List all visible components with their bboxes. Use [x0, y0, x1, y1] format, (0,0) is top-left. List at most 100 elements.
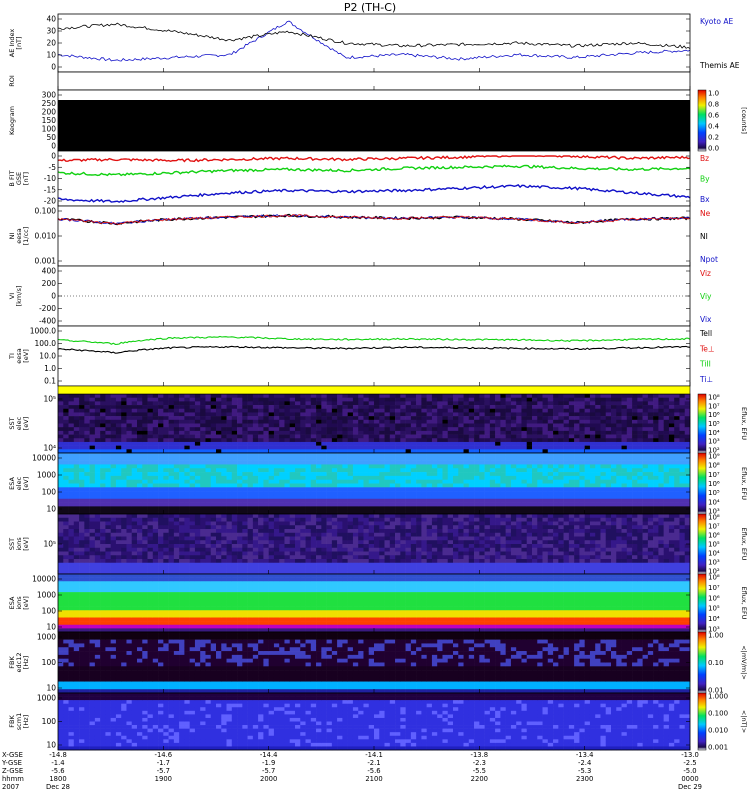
spectrogram-fbk1	[58, 632, 690, 693]
legend-bfield: By	[700, 175, 710, 184]
tick-label-temp: 0.1	[44, 377, 56, 386]
colorbar-label-esa_i: Eflux, EFU	[740, 587, 748, 620]
colorbar-tick-esa_e: 10⁷	[708, 471, 720, 479]
colorbar-tick-sst_e: 10³	[708, 438, 720, 446]
tick-label-temp: 1000.0	[30, 327, 56, 336]
footer-value: 0000	[681, 775, 698, 783]
tick-label-esa_e: 10000	[32, 454, 56, 463]
colorbar-gradient-fbk2	[698, 693, 706, 750]
tick-label-esa_i: 100	[42, 607, 57, 616]
ylabel-sst_e: [eV]	[22, 417, 30, 431]
legend-density: NI	[700, 232, 708, 241]
colorbar-fbk1: 1.000.100.01<|mV/m|>	[698, 632, 748, 695]
colorbar-tick-sst_i: 10⁶	[708, 532, 720, 540]
tick-label-sst_e: 10⁴	[43, 444, 56, 453]
colorbar-sst_e: 10⁸10⁷10⁶10⁵10⁴10³10²Eflux, EFU	[698, 394, 748, 455]
ylabel-roi: ROI	[8, 75, 16, 87]
ylabel-density: [1/cc]	[22, 227, 30, 246]
tick-label-density: 0.100	[35, 207, 57, 216]
colorbar-gradient-sst_i	[698, 514, 706, 574]
tick-label-density: 0.010	[35, 232, 57, 241]
tick-label-ae: 0	[51, 63, 56, 72]
keogram-image	[58, 100, 690, 151]
tick-label-esa_e: 10	[46, 505, 56, 514]
colorbar-tick-fbk1: 1.00	[708, 632, 724, 640]
footer-value: -5.5	[473, 767, 486, 775]
yellow-status-bar	[58, 386, 690, 394]
tick-label-fbk1: 10	[46, 684, 56, 693]
footer-value: -5.7	[157, 767, 170, 775]
footer-value: -14.8	[49, 751, 67, 759]
footer-value: -5.6	[367, 767, 380, 775]
footer-value: -2.4	[578, 759, 591, 767]
panel-roi: ROI	[8, 72, 690, 90]
footer-row-label: 2007	[2, 783, 19, 791]
tick-label-bfield: 0	[51, 152, 56, 161]
spectrogram-esa_e	[58, 453, 690, 514]
plot-bg-ae	[58, 14, 690, 72]
tick-label-velocity: -200	[39, 304, 56, 313]
footer-value: 1900	[155, 775, 172, 783]
tick-label-esa_i: 1000	[37, 591, 56, 600]
colorbar-label-roi: [counts]	[740, 107, 748, 134]
colorbar-tick-roi: 0.8	[708, 101, 719, 109]
colorbar-gradient-esa_e	[698, 453, 706, 514]
colorbar-tick-sst_e: 10⁸	[708, 394, 720, 402]
colorbar-tick-sst_e: 10⁴	[708, 429, 720, 437]
legend-temp: Tell	[699, 329, 712, 338]
footer-value: 2200	[471, 775, 488, 783]
colorbar-esa_e: 10⁹10⁸10⁷10⁶10⁵10⁴10³Eflux, EFU	[698, 453, 748, 516]
colorbar-tick-sst_i: 10⁸	[708, 514, 720, 522]
footer-row-label: hhmm	[2, 775, 24, 783]
colorbar-tick-roi: 0.4	[708, 123, 720, 131]
panel-keogram: 300250200150100500Keogram	[8, 90, 690, 151]
tick-label-bfield: -10	[44, 174, 56, 183]
footer-value: 2300	[576, 775, 593, 783]
colorbar-label-esa_e: Eflux, EFU	[740, 467, 748, 500]
tick-label-velocity: -400	[39, 317, 56, 326]
tick-label-ae: 10	[46, 51, 56, 60]
colorbar-gradient-esa_i	[698, 574, 706, 632]
colorbar-tick-roi: 0.6	[708, 112, 720, 120]
plot-bg-temp	[58, 326, 690, 386]
ylabel-ae: [nT]	[15, 36, 23, 49]
footer-value: -5.6	[51, 767, 64, 775]
colorbar-tick-sst_e: 10⁵	[708, 420, 720, 428]
tick-label-bfield: -15	[44, 185, 56, 194]
colorbar-label-sst_i: Eflux, EFU	[740, 528, 748, 561]
footer-value: 1800	[49, 775, 66, 783]
panel-temp: 1000.0100.010.01.00.1TIeesa[eV]TellTe⊥Ti…	[8, 326, 714, 386]
tick-label-fbk1: 1000	[37, 633, 56, 642]
footer-row-label: Z-GSE	[2, 767, 23, 775]
colorbar-tick-esa_i: 10⁶	[708, 594, 720, 602]
legend-density: Npot	[700, 255, 718, 264]
panel-esa_i: 10000100010010ESAions[eV]	[8, 574, 690, 632]
plot-bg-density	[58, 206, 690, 266]
colorbar-tick-roi: 0.0	[708, 145, 719, 153]
panel-fbk1: 100010010FBKedc12[Hz]	[8, 632, 690, 693]
footer-value: -13.8	[471, 751, 489, 759]
footer-value: -2.3	[473, 759, 486, 767]
colorbar-tick-sst_i: 10³	[708, 559, 720, 567]
footer-value: -14.4	[260, 751, 278, 759]
footer-value: 2100	[365, 775, 382, 783]
tick-label-fbk2: 10	[46, 741, 56, 750]
spectrogram-fbk2	[58, 693, 690, 750]
ylabel-esa_e: [eV]	[22, 477, 30, 491]
tick-label-fbk2: 100	[42, 717, 57, 726]
legend-density: Ne	[700, 209, 711, 218]
ylabel-esa_i: [eV]	[22, 596, 30, 610]
tick-label-ae: 20	[46, 39, 56, 48]
colorbar-tick-esa_i: 10⁴	[708, 615, 720, 623]
footer-value: -5.7	[262, 767, 275, 775]
figure-title: P2 (TH-C)	[344, 1, 396, 14]
panel-bfield: 0-5-10-15-20B FITGSE[nT]BzByBx	[8, 151, 710, 206]
legend-ae: Kyoto AE	[700, 17, 733, 26]
footer-value: -5.0	[683, 767, 696, 775]
ylabel-temp: [eV]	[22, 349, 30, 363]
colorbar-tick-esa_i: 10⁸	[708, 574, 720, 582]
footer-value: -2.1	[367, 759, 380, 767]
colorbar-tick-esa_e: 10⁶	[708, 480, 720, 488]
tick-label-ae: 40	[46, 15, 56, 24]
footer-value: 2000	[260, 775, 277, 783]
